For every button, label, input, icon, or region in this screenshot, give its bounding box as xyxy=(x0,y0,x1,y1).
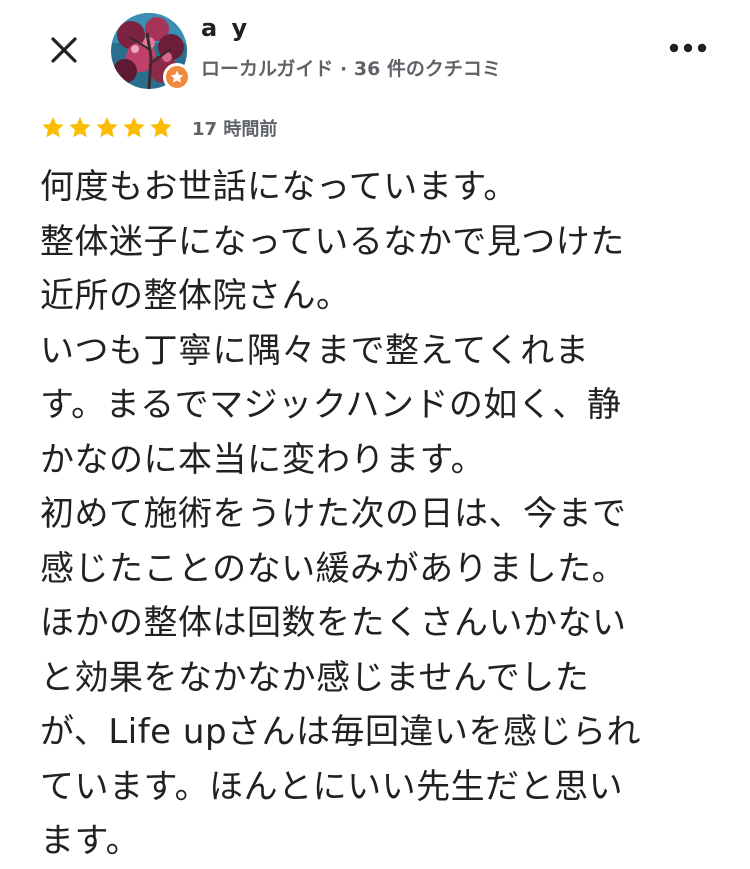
star-rating xyxy=(40,115,174,141)
review-text-line: 何度もお世話になっています。 xyxy=(40,167,518,207)
review-text-line: 整体迷子になっているなかで見つけた xyxy=(40,221,625,262)
local-guide-star-icon xyxy=(170,70,184,83)
review-text-line: す。まるでマジックハンドの如く、静 xyxy=(40,385,622,425)
star-icon xyxy=(123,117,145,138)
close-button[interactable] xyxy=(36,22,92,78)
review-text-line: 感じたことのない緩みがありました。 xyxy=(40,548,627,589)
review-header: a y ローカルガイド · 36 件のクチコミ xyxy=(0,0,750,100)
review-text-line: が、Life upさんは毎回違いを感じられ xyxy=(40,712,642,752)
review-time: 17 時間前 xyxy=(192,119,278,140)
more-options-button[interactable] xyxy=(660,24,716,72)
review-text: 何度もお世話になっています。整体迷子になっているなかで見つけた 近所の整体院さん。… xyxy=(40,160,710,869)
star-icon xyxy=(150,117,172,138)
close-icon xyxy=(51,37,77,63)
review-text-line: ます。 xyxy=(40,821,141,861)
review-text-line: かなのに本当に変わります。 xyxy=(40,439,486,480)
star-icon xyxy=(69,117,91,138)
review-text-line: いつも丁寧に隅々まで整えてくれま xyxy=(40,330,590,371)
reviewer-avatar-wrap xyxy=(111,13,191,91)
review-text-line: ています。ほんとにいい先生だと思い xyxy=(40,766,624,807)
review-text-line: ほかの整体は回数をたくさんいかない xyxy=(40,603,627,643)
star-icon xyxy=(42,117,64,138)
reviewer-name[interactable]: a y xyxy=(201,14,250,42)
local-guide-badge xyxy=(163,63,191,91)
review-text-line: と効果をなかなか感じませんでした xyxy=(40,657,590,698)
rating-row: 17 時間前 xyxy=(40,114,277,142)
review-text-line: 初めて施術をうけた次の日は、今まで xyxy=(40,494,627,534)
star-icon xyxy=(96,117,118,138)
more-horizontal-icon xyxy=(669,43,707,53)
reviewer-meta: ローカルガイド · 36 件のクチコミ xyxy=(201,58,501,80)
review-text-line: 近所の整体院さん。 xyxy=(40,276,351,316)
